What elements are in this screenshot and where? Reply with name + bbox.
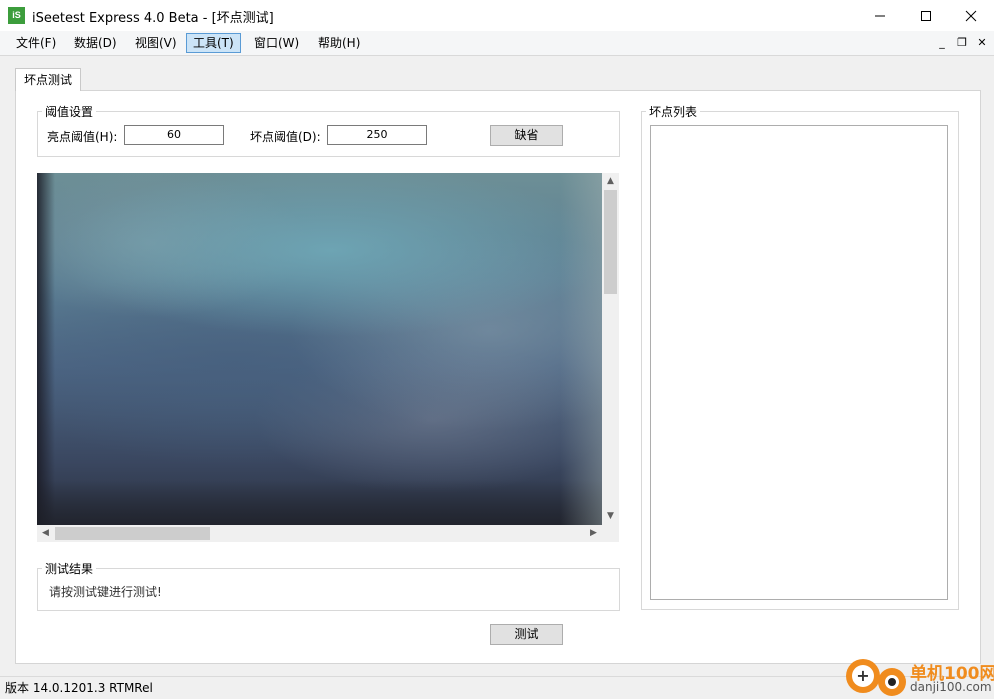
minimize-button[interactable] [857,0,903,31]
vertical-scroll-thumb[interactable] [604,190,617,294]
menu-data[interactable]: 数据(D) [68,34,123,52]
scroll-up-icon[interactable]: ▲ [602,173,619,190]
image-viewer[interactable] [37,173,602,525]
scroll-left-icon[interactable]: ◀ [37,525,54,542]
close-icon [965,10,977,21]
plus-icon: + [852,665,874,687]
menu-help[interactable]: 帮助(H) [312,34,366,52]
scroll-down-icon[interactable]: ▼ [602,508,619,525]
window-title: iSeetest Express 4.0 Beta - [坏点测试] [32,11,274,26]
mdi-minimize-icon[interactable]: _ [935,36,949,50]
menu-tools[interactable]: 工具(T) [186,33,241,53]
viewer-shade-bottom [37,480,602,525]
default-button[interactable]: 缺省 [490,125,563,146]
menu-window[interactable]: 窗口(W) [248,34,305,52]
menu-file[interactable]: 文件(F) [10,34,62,52]
result-message: 请按测试键进行测试! [49,585,162,599]
bright-threshold-input[interactable]: 60 [124,125,224,145]
horizontal-scroll-thumb[interactable] [55,527,210,540]
viewer-shade-right [560,173,602,525]
app-icon: iS [8,7,25,24]
maximize-button[interactable] [903,0,949,31]
test-button[interactable]: 测试 [490,624,563,645]
minimize-icon [875,15,885,16]
watermark-url: danji100.com [910,680,992,694]
tab-bad-pixel-test[interactable]: 坏点测试 [15,68,81,91]
eye-icon [885,675,899,689]
bad-list-group-title: 坏点列表 [646,103,701,120]
bad-threshold-input[interactable]: 250 [327,125,427,145]
scroll-corner [602,525,619,542]
bad-pixel-list[interactable] [650,125,948,600]
result-group-title: 测试结果 [42,560,97,577]
viewer-shade-left [37,173,55,525]
mdi-restore-icon[interactable]: ❐ [955,36,969,50]
version-status: 版本 14.0.1201.3 RTMRel [5,681,153,695]
scroll-right-icon[interactable]: ▶ [585,525,602,542]
bad-threshold-label: 坏点阈值(D): [250,130,321,144]
menu-bar: 文件(F) 数据(D) 视图(V) 工具(T) 窗口(W) 帮助(H) _ ❐ … [0,31,994,56]
close-button[interactable] [948,0,994,31]
menu-view[interactable]: 视图(V) [129,34,183,52]
maximize-icon [921,10,931,21]
mdi-close-icon[interactable]: ✕ [975,36,989,50]
threshold-group-title: 阈值设置 [42,103,97,120]
bright-threshold-label: 亮点阈值(H): [47,130,118,144]
